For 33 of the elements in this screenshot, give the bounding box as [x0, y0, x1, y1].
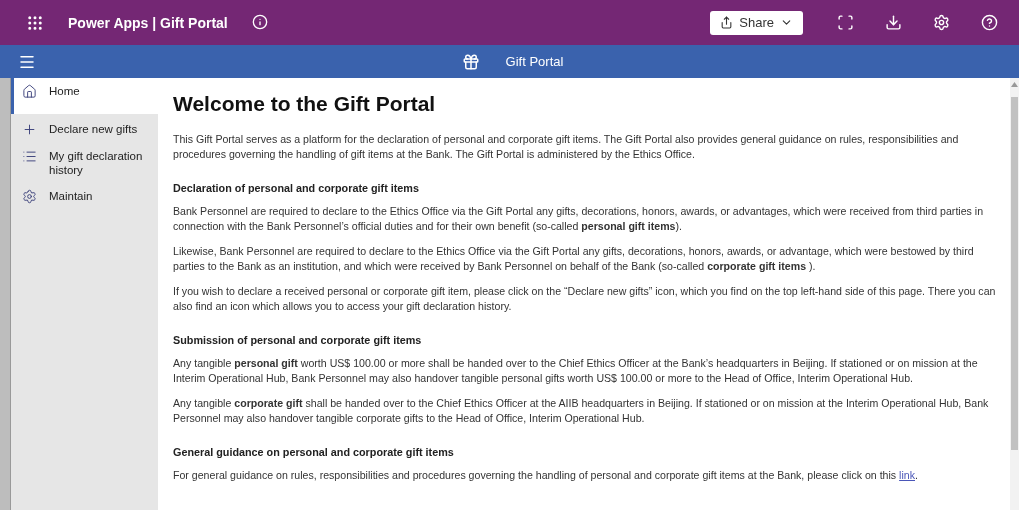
- info-icon[interactable]: [251, 13, 270, 32]
- page-title: Welcome to the Gift Portal: [173, 92, 437, 116]
- gift-icon: [461, 52, 480, 71]
- paragraph: Any tangible personal gift worth US$ 100.00 or more shall be handed over to the Chief Ethics Officer at the Bank’s headquarters in Beijing. If stationed or on mission at the Interim Operational Hub, Bank Personnel may also handover tangible personal gifts worth US$ 100.00 or more to the Head of Office, Interim Operational Hub.: [173, 356, 979, 386]
- nav-icon: [22, 149, 37, 164]
- paragraph: Likewise, Bank Personnel are required to declare to the Ethics Office via the Gift Portal any gifts, decorations, honors, awards, or advantage, which were bestowed by third parties to the Bank as an institution, and which were received by Bank Personnel on behalf of the Bank (so-called corporate gift items ).: [173, 244, 975, 274]
- scrollbar[interactable]: [1010, 78, 1019, 510]
- help-icon[interactable]: [981, 13, 999, 32]
- nav-icon: [22, 84, 37, 99]
- guidance-link[interactable]: link: [899, 469, 915, 481]
- scroll-up-icon[interactable]: [1011, 82, 1018, 87]
- nav-item[interactable]: Declare new gifts: [11, 116, 158, 143]
- settings-icon[interactable]: [933, 13, 951, 32]
- fit-screen-icon[interactable]: [837, 13, 855, 32]
- intro-paragraph: This Gift Portal serves as a platform for the declaration of personal and corporate gift items. The Gift Portal also provides general guidance on rules, responsibilities and procedures governing the handling of gift items at the Bank. The Gift Portal is administered by the Ethics Office.: [173, 132, 960, 162]
- download-icon[interactable]: [885, 13, 903, 32]
- nav-item[interactable]: Home: [11, 78, 158, 114]
- paragraph: If you wish to declare a received personal or corporate gift item, please click on the “Declare new gifts” icon, which you find on the top left-hand side of this page. There you can also find an icon which allows you to access your gift declaration history.: [173, 284, 997, 314]
- nav-icon: [22, 189, 37, 204]
- app-launcher-icon[interactable]: [26, 13, 44, 32]
- app-title: Power Apps | Gift Portal: [68, 14, 228, 31]
- share-button[interactable]: Share: [710, 10, 803, 35]
- paragraph: Bank Personnel are required to declare to the Ethics Office via the Gift Portal any gifts, decorations, honors, awards, or advantages, which were received from third parties in connection with the Bank Personnel’s official duties and for their own benefit (so-called personal gift items).: [173, 204, 985, 234]
- section-heading: Submission of personal and corporate gift items: [173, 334, 423, 346]
- paragraph: For general guidance on rules, responsibilities and procedures governing the handling of personal and corporate gift items at the Bank, please click on this link.: [173, 468, 919, 483]
- section-heading: Declaration of personal and corporate gift items: [173, 182, 420, 194]
- paragraph: Any tangible corporate gift shall be handed over to the Chief Ethics Officer at the AIIB headquarters in Beijing. If stationed or on mission at the Interim Operational Hub, Bank Personnel may also handover tangible corporate gifts to the Head of Office, Interim Operational Hub.: [173, 396, 990, 426]
- nav-item[interactable]: Maintain: [11, 183, 158, 210]
- nav-item[interactable]: My gift declaration history: [11, 143, 158, 183]
- share-icon: [720, 16, 734, 29]
- header-title: Gift Portal: [505, 54, 564, 69]
- nav-icon: [22, 122, 37, 137]
- section-heading: General guidance on personal and corporate gift items: [173, 446, 455, 458]
